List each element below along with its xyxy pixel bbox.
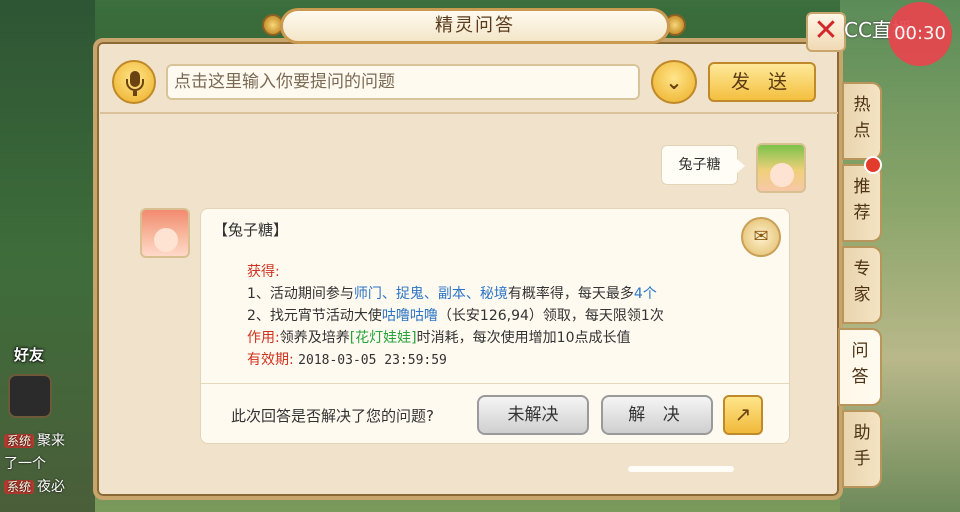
tab-label: 专家 (853, 259, 871, 305)
tab-label: 热点 (853, 95, 871, 141)
record-badge: 00:30 (888, 2, 952, 66)
obtain-label: 获得: (247, 264, 280, 280)
chat-line: 系统 夜必 (4, 476, 65, 496)
friends-label[interactable]: 好友 (14, 344, 44, 365)
card-divider (201, 383, 789, 384)
question-input[interactable] (166, 64, 640, 100)
share-button[interactable]: ↗ (723, 395, 763, 435)
answer-line-expiry: 有效期: 2018-03-05 23:59:59 (247, 349, 447, 369)
scroll-icon[interactable]: ✉ (741, 217, 781, 257)
expiry-value: 2018-03-05 23:59:59 (298, 353, 447, 368)
assistant-avatar (140, 208, 190, 258)
expiry-label: 有效期: (247, 352, 294, 368)
chat-line: 了一个 (4, 453, 46, 473)
divider (100, 112, 838, 114)
use-prefix: 领养及培养 (279, 330, 350, 346)
notification-dot (864, 156, 882, 174)
tab-expert[interactable]: 专家 (842, 246, 882, 324)
record-time: 00:30 (894, 23, 946, 44)
resolved-button[interactable]: 解 决 (601, 395, 713, 435)
answer-line-use: 作用:领养及培养[花灯娃娃]时消耗，每次使用增加10点成长值 (247, 327, 630, 347)
send-button[interactable]: 发 送 (708, 62, 816, 102)
line1-middle: 有概率得，每天最多 (507, 286, 634, 302)
chat-tag: 系统 (4, 480, 35, 494)
chat-text: 聚来 (37, 433, 66, 449)
tab-recommend[interactable]: 推荐 (842, 164, 882, 242)
answer-line-2: 2、找元宵节活动大使咕噜咕噜（长安126,94）领取，每天限领1次 (247, 305, 664, 325)
item-link[interactable]: [花灯娃娃] (350, 330, 417, 346)
next-message-peek (628, 466, 734, 472)
unresolved-button[interactable]: 未解决 (477, 395, 589, 435)
user-question-bubble: 兔子糖 (661, 145, 745, 185)
close-icon: ✕ (813, 13, 839, 48)
answer-title: 【兔子糖】 (213, 221, 289, 239)
answer-line-1: 1、活动期间参与师门、捉鬼、副本、秘境有概率得，每天最多4个 (247, 283, 657, 303)
mic-icon-stand (126, 79, 144, 91)
chat-bubble-icon[interactable] (8, 374, 52, 418)
tab-assistant[interactable]: 助手 (842, 410, 882, 488)
window-title-text: 精灵问答 (435, 15, 515, 36)
close-button[interactable]: ✕ (806, 12, 846, 52)
line2-suffix: （长安126,94）领取，每天限领1次 (437, 308, 664, 324)
history-dropdown-button[interactable]: ⌄ (651, 60, 697, 104)
avatar-face (770, 163, 794, 187)
line2-prefix: 2、找元宵节活动大使 (247, 308, 382, 324)
tab-qa[interactable]: 问答 (838, 328, 882, 406)
window-title: 精灵问答 (280, 8, 670, 44)
activity-links[interactable]: 师门、捉鬼、副本、秘境 (354, 286, 508, 302)
voice-input-button[interactable] (112, 60, 156, 104)
npc-link[interactable]: 咕噜咕噜 (382, 308, 438, 324)
chat-text: 夜必 (37, 479, 66, 495)
mic-icon-base (133, 91, 137, 96)
answer-card: 【兔子糖】 ✉ 获得: 1、活动期间参与师门、捉鬼、副本、秘境有概率得，每天最多… (200, 208, 790, 444)
daily-count: 4个 (633, 286, 657, 302)
user-avatar (756, 143, 806, 193)
chat-line: 系统 聚来 (4, 430, 65, 450)
share-icon: ↗ (734, 402, 752, 426)
chat-text: 了一个 (4, 456, 46, 472)
use-suffix: 时消耗，每次使用增加10点成长值 (416, 330, 631, 346)
tab-label: 推荐 (853, 177, 871, 223)
feedback-question: 此次回答是否解决了您的问题? (231, 407, 434, 425)
tab-hot[interactable]: 热点 (842, 82, 882, 160)
use-label: 作用: (247, 330, 280, 346)
tab-label: 助手 (853, 423, 871, 469)
tab-label: 问答 (851, 341, 869, 387)
avatar-face (154, 228, 178, 252)
chevron-down-icon: ⌄ (665, 70, 683, 94)
chat-tag: 系统 (4, 434, 35, 448)
line1-prefix: 1、活动期间参与 (247, 286, 354, 302)
